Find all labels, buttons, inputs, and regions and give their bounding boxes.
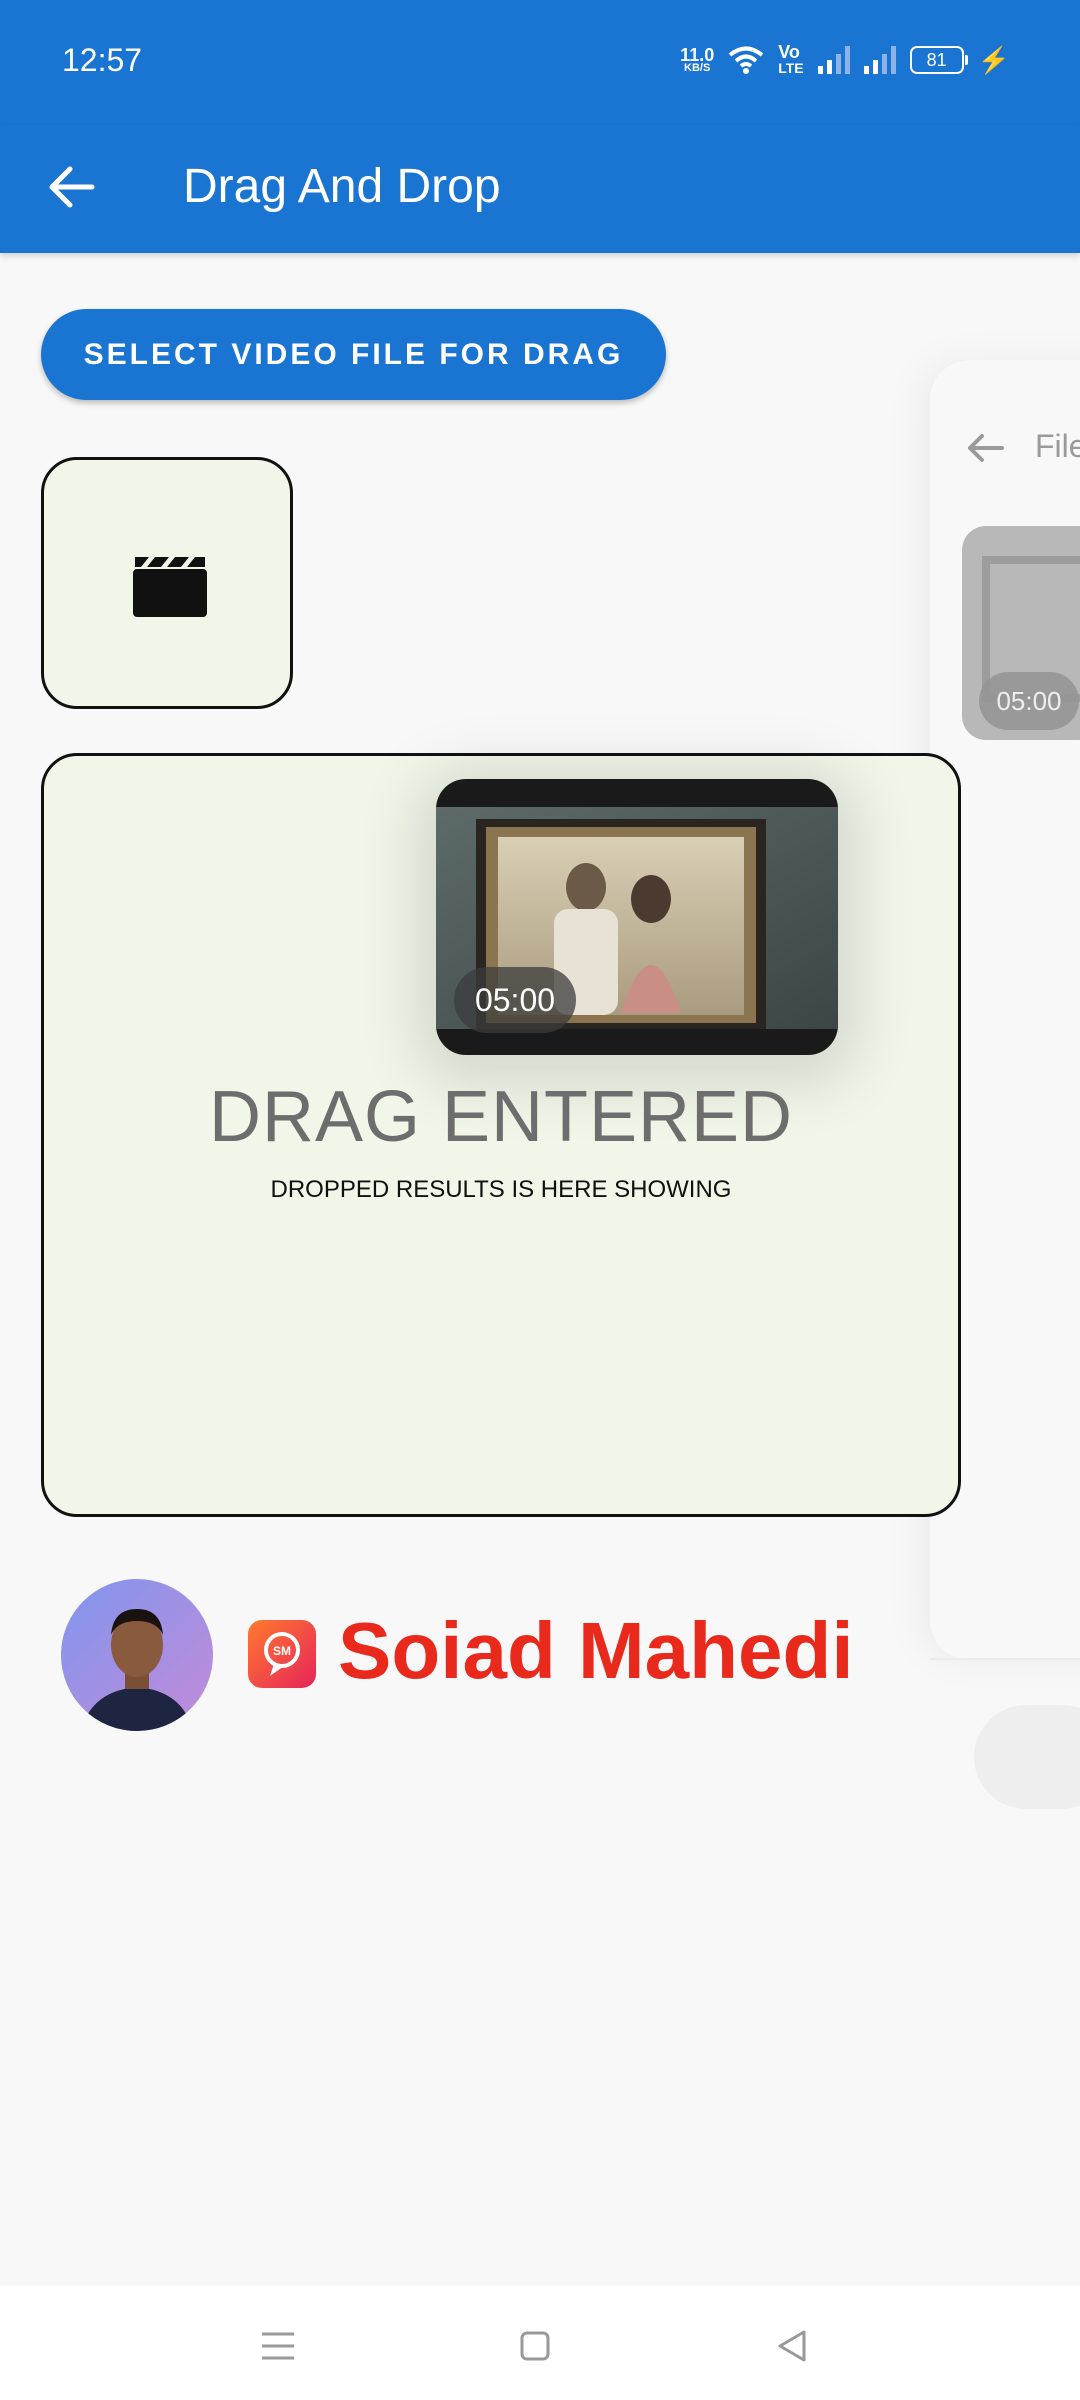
ghost-divider: [930, 1658, 1080, 1660]
volte-bottom: LTE: [778, 60, 804, 76]
volte-indicator: Vo LTE: [778, 42, 804, 76]
brand-logo-icon: SM: [248, 1620, 316, 1688]
back-arrow-icon[interactable]: [40, 155, 104, 219]
ghost-back-arrow-icon: [968, 434, 1004, 462]
ghost-pill: [974, 1705, 1080, 1809]
battery-icon: 81: [909, 46, 968, 74]
network-speed-value: 11.0: [680, 44, 715, 65]
battery-level: 81: [926, 49, 947, 70]
avatar: [61, 1579, 213, 1731]
network-speed: 11.0 KB/S: [680, 44, 715, 74]
status-bar: 12:57 11.0 KB/S Vo LTE 81 ⚡: [0, 0, 1080, 125]
status-icons: 11.0 KB/S Vo LTE 81 ⚡: [680, 40, 1010, 80]
ghost-title: File: [1035, 428, 1080, 464]
dragged-video-card[interactable]: 05:00: [436, 779, 838, 1055]
movie-clapper-icon: [133, 557, 207, 617]
person-portrait: [81, 1609, 193, 1731]
page-title: Drag And Drop: [183, 160, 501, 213]
drop-zone[interactable]: 05:00 DRAG ENTERED DROPPED RESULTS IS HE…: [41, 753, 961, 1517]
video-duration-badge: 05:00: [454, 967, 576, 1033]
volte-top: Vo: [778, 42, 800, 62]
signal-icon-1: [817, 46, 850, 74]
brand-name: Soiad Mahedi: [338, 1606, 854, 1695]
app-bar: Drag And Drop: [0, 125, 1080, 253]
network-speed-unit: KB/S: [684, 61, 711, 74]
system-nav-bar: [0, 2286, 1080, 2400]
ghost-video-thumbnail: 05:00: [962, 526, 1080, 740]
status-time: 12:57: [62, 42, 143, 78]
brand-logo-text: SM: [273, 1644, 291, 1658]
select-video-button[interactable]: SELECT VIDEO FILE FOR DRAG: [41, 309, 666, 400]
signal-icon-2: [863, 46, 896, 74]
menu-icon[interactable]: [248, 2316, 308, 2376]
back-triangle-icon[interactable]: [762, 2316, 822, 2376]
ghost-duration-badge: 05:00: [979, 672, 1079, 730]
drop-results-label: DROPPED RESULTS IS HERE SHOWING: [270, 1176, 732, 1203]
drag-status-label: DRAG ENTERED: [208, 1077, 794, 1157]
wifi-icon: [728, 46, 764, 74]
charging-icon: ⚡: [977, 44, 1010, 75]
drag-source-tile[interactable]: [41, 457, 293, 709]
home-icon[interactable]: [505, 2316, 565, 2376]
